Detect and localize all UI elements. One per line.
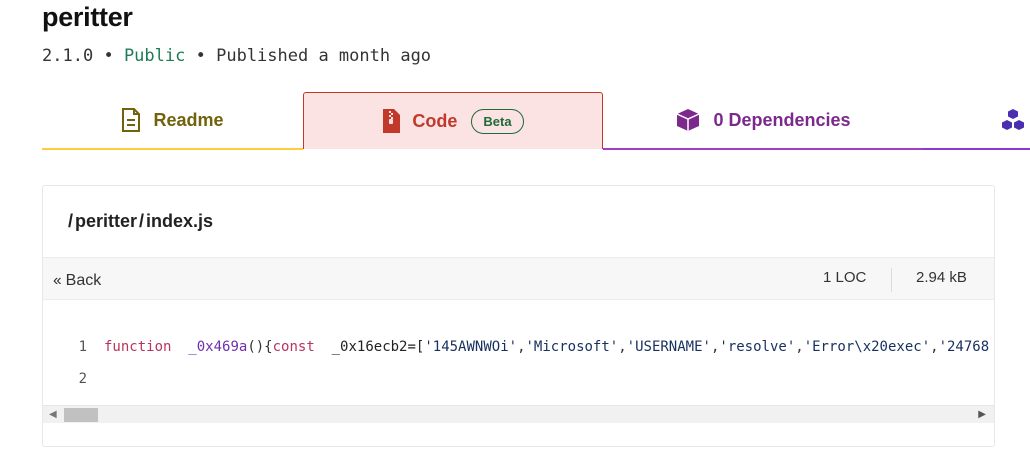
meta-bullet: •: [195, 46, 206, 66]
meta-bullet: •: [103, 46, 114, 66]
beta-badge: Beta: [471, 108, 524, 134]
code-area[interactable]: 1 function _0x469a(){const _0x16ecb2=['14…: [43, 300, 994, 406]
code-toolbar: ‹‹ Back 1 LOC 2.94 kB: [43, 258, 994, 300]
file-breadcrumb: / peritter / index.js: [43, 186, 994, 258]
path-separator: /: [139, 211, 145, 231]
back-button[interactable]: ‹‹ Back: [53, 272, 101, 290]
back-label: Back: [65, 272, 102, 289]
package-version: 2.1.0: [42, 46, 94, 66]
code-viewer: / peritter / index.js ‹‹ Back 1 LOC 2.94…: [42, 185, 995, 447]
tab-code[interactable]: Code Beta: [303, 92, 603, 149]
file-size: 2.94 kB: [916, 269, 967, 286]
code-line: 1 function _0x469a(){const _0x16ecb2=['14…: [43, 336, 990, 358]
cube-icon: [675, 108, 701, 132]
package-meta: 2.1.0 • Public • Published a month ago: [42, 46, 431, 66]
package-tabs: Readme Code Beta 0 Dependencies: [42, 92, 1030, 150]
line-number: 1: [78, 339, 87, 355]
token-punctuation: (){: [247, 339, 273, 355]
tab-dependencies-label: 0 Dependencies: [713, 109, 851, 130]
line-number: 2: [78, 371, 87, 387]
code-line: 2: [43, 368, 104, 390]
zip-file-icon: [382, 109, 401, 133]
token-function-name: _0x469a: [188, 339, 248, 355]
token-string: 'resolve': [719, 339, 796, 355]
tab-readme[interactable]: Readme: [42, 92, 303, 150]
horizontal-scrollbar[interactable]: ◀ ▶: [43, 405, 994, 423]
scroll-left-icon[interactable]: ◀: [49, 409, 57, 420]
breadcrumb-package[interactable]: peritter: [75, 211, 137, 232]
breadcrumb-file: index.js: [146, 211, 214, 231]
document-icon: [121, 108, 141, 132]
cubes-icon: [1000, 108, 1026, 132]
double-chevron-left-icon: ‹‹: [53, 272, 62, 289]
token-keyword: function: [104, 339, 172, 355]
tab-dependents[interactable]: [923, 92, 1030, 150]
scroll-right-icon[interactable]: ▶: [978, 409, 986, 420]
stat-divider: [891, 268, 892, 292]
token-string: '24768: [938, 339, 990, 355]
tab-readme-label: Readme: [153, 109, 224, 130]
tab-code-label: Code: [412, 110, 458, 131]
path-separator: /: [68, 211, 74, 231]
token-keyword: const: [272, 339, 315, 355]
lines-of-code: 1 LOC: [823, 269, 867, 286]
published-label: Published a month ago: [216, 46, 432, 66]
visibility-label: Public: [123, 46, 186, 66]
token-string: 'Error\x20exec': [803, 339, 931, 355]
token-identifier: _0x16ecb2=[: [331, 339, 425, 355]
token-string: '145AWNWOi': [424, 339, 518, 355]
tab-dependencies[interactable]: 0 Dependencies: [603, 92, 923, 150]
token-string: 'USERNAME': [626, 339, 711, 355]
scrollbar-thumb[interactable]: [64, 408, 98, 422]
token-string: 'Microsoft': [525, 339, 619, 355]
package-title: peritter: [42, 2, 133, 32]
